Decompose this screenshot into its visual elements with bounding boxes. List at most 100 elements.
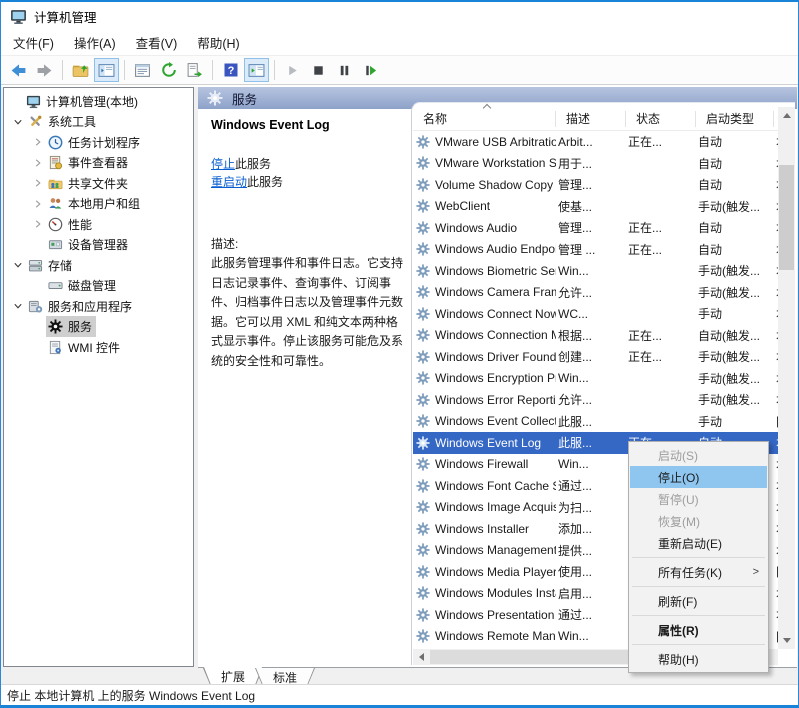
service-row[interactable]: Windows Camera Frame ... 允许... 手动(触发... … — [413, 282, 778, 304]
service-name: Windows Driver Foundati... — [435, 350, 556, 364]
service-name: Windows Connect Now -... — [435, 307, 556, 321]
context-menu-item-label: 刷新(F) — [658, 593, 697, 610]
tree-expander-icon[interactable] — [30, 156, 46, 170]
context-menu-separator — [632, 644, 765, 645]
stop-service-icon[interactable] — [306, 58, 331, 82]
service-gear-icon — [416, 199, 430, 213]
service-description-cell: 管理 ... — [556, 241, 626, 258]
restart-service-icon[interactable] — [358, 58, 383, 82]
service-row[interactable]: Windows Connection Ma... 根据... 正在... 自动(… — [413, 325, 778, 347]
service-row[interactable]: VMware Workstation Ser... 用于... 自动 本 — [413, 153, 778, 175]
column-header-description[interactable]: 描述 — [556, 111, 626, 127]
menu-action[interactable]: 操作(A) — [64, 29, 126, 56]
restart-service-link[interactable]: 重启动 — [211, 175, 247, 189]
tree-item[interactable]: 性能 — [4, 214, 193, 235]
service-description-cell: 通过... — [556, 477, 626, 494]
context-menu-item[interactable]: 帮助(H) > — [630, 648, 767, 670]
tree-item[interactable]: 服务 — [4, 317, 193, 338]
context-menu-separator — [632, 615, 765, 616]
menu-file[interactable]: 文件(F) — [3, 29, 64, 56]
service-row[interactable]: Windows Encryption Pro... Win... 手动(触发..… — [413, 368, 778, 390]
service-gear-icon — [416, 285, 430, 299]
show-console-tree-icon[interactable] — [94, 58, 119, 82]
service-row[interactable]: Windows Connect Now -... WC... 手动 本 — [413, 303, 778, 325]
service-name: Windows Modules Install... — [435, 586, 556, 600]
tree-item[interactable]: 本地用户和组 — [4, 194, 193, 215]
service-row[interactable]: Windows Audio 管理... 正在... 自动 本 — [413, 217, 778, 239]
service-row[interactable]: Windows Biometric Servi... Win... 手动(触发.… — [413, 260, 778, 282]
scroll-left-icon[interactable] — [413, 649, 430, 665]
service-gear-icon — [416, 371, 430, 385]
pause-service-icon[interactable] — [332, 58, 357, 82]
service-row[interactable]: Volume Shadow Copy 管理... 自动 本 — [413, 174, 778, 196]
vertical-scrollbar[interactable] — [778, 107, 795, 649]
scroll-down-icon[interactable] — [778, 632, 795, 649]
tree-item[interactable]: 计算机管理(本地) — [4, 91, 193, 112]
toolbar-separator — [212, 60, 213, 80]
service-gear-icon — [416, 522, 430, 536]
context-menu-item[interactable]: 启动(S) > — [630, 444, 767, 466]
menu-help[interactable]: 帮助(H) — [187, 29, 249, 56]
refresh-icon[interactable] — [156, 58, 181, 82]
console-tree: 计算机管理(本地) 系统工具 任务计划程序 事件查看器 共享文件夹 本地用户和组 — [3, 87, 194, 667]
column-header-status[interactable]: 状态 — [626, 111, 696, 127]
service-name: Windows Biometric Servi... — [435, 264, 556, 278]
tree-item[interactable]: 设备管理器 — [4, 235, 193, 256]
start-service-icon[interactable] — [280, 58, 305, 82]
service-description-cell: 此服... — [556, 413, 626, 430]
context-menu-item[interactable]: 刷新(F) > — [630, 590, 767, 612]
tree-item-label: 系统工具 — [48, 113, 96, 130]
tree-expander-icon[interactable] — [10, 299, 26, 313]
tree-expander-icon[interactable] — [30, 197, 46, 211]
tree-expander-icon[interactable] — [30, 176, 46, 190]
tree-item[interactable]: 事件查看器 — [4, 153, 193, 174]
service-gear-icon — [416, 393, 430, 407]
service-description-cell: 使基... — [556, 198, 626, 215]
tree-item[interactable]: 服务和应用程序 — [4, 296, 193, 317]
context-menu-item[interactable]: 属性(R) > — [630, 619, 767, 641]
context-menu-item[interactable]: 重新启动(E) > — [630, 532, 767, 554]
service-row[interactable]: Windows Error Reportin... 允许... 手动(触发...… — [413, 389, 778, 411]
service-description-cell: Win... — [556, 371, 626, 385]
context-menu-item[interactable]: 恢复(M) > — [630, 510, 767, 532]
stop-service-link[interactable]: 停止 — [211, 157, 235, 171]
properties-icon[interactable] — [130, 58, 155, 82]
service-description-cell: Win... — [556, 629, 626, 643]
tree-item[interactable]: 磁盘管理 — [4, 276, 193, 297]
forward-icon[interactable] — [32, 58, 57, 82]
back-icon[interactable] — [6, 58, 31, 82]
tree-item[interactable]: 存储 — [4, 255, 193, 276]
service-row[interactable]: Windows Event Collector 此服... 手动 网 — [413, 411, 778, 433]
context-menu-item[interactable]: 所有任务(K) > — [630, 561, 767, 583]
context-menu-item[interactable]: 停止(O) > — [630, 466, 767, 488]
column-header-name[interactable]: 名称 — [413, 111, 556, 127]
up-one-level-icon[interactable] — [68, 58, 93, 82]
export-list-icon[interactable] — [182, 58, 207, 82]
show-action-pane-icon[interactable] — [244, 58, 269, 82]
service-row[interactable]: VMware USB Arbitration ... Arbit... 正在..… — [413, 131, 778, 153]
service-name: Windows Management I... — [435, 543, 556, 557]
service-row[interactable]: Windows Audio Endpoint... 管理 ... 正在... 自… — [413, 239, 778, 261]
help-icon[interactable] — [218, 58, 243, 82]
menu-view[interactable]: 查看(V) — [126, 29, 188, 56]
scroll-up-icon[interactable] — [778, 107, 795, 124]
service-gear-icon — [416, 629, 430, 643]
column-header-startup-type[interactable]: 启动类型 — [696, 111, 774, 127]
tree-item[interactable]: 任务计划程序 — [4, 132, 193, 153]
context-menu-item-label: 重新启动(E) — [658, 535, 722, 552]
context-menu-item[interactable]: 暂停(U) > — [630, 488, 767, 510]
vertical-scrollbar-thumb[interactable] — [779, 165, 794, 270]
tree-expander-icon[interactable] — [10, 115, 26, 129]
service-gear-icon — [416, 586, 430, 600]
service-row[interactable]: WebClient 使基... 手动(触发... 本 — [413, 196, 778, 218]
tree-item[interactable]: 共享文件夹 — [4, 173, 193, 194]
tree-expander-icon[interactable] — [30, 217, 46, 231]
tree-item[interactable]: WMI 控件 — [4, 337, 193, 358]
service-description-cell: Win... — [556, 264, 626, 278]
service-row[interactable]: Windows Driver Foundati... 创建... 正在... 手… — [413, 346, 778, 368]
tree-item[interactable]: 系统工具 — [4, 112, 193, 133]
service-name: Windows Event Log — [435, 436, 541, 450]
service-name: Windows Event Collector — [435, 414, 556, 428]
tree-expander-icon[interactable] — [10, 258, 26, 272]
tree-expander-icon[interactable] — [30, 135, 46, 149]
